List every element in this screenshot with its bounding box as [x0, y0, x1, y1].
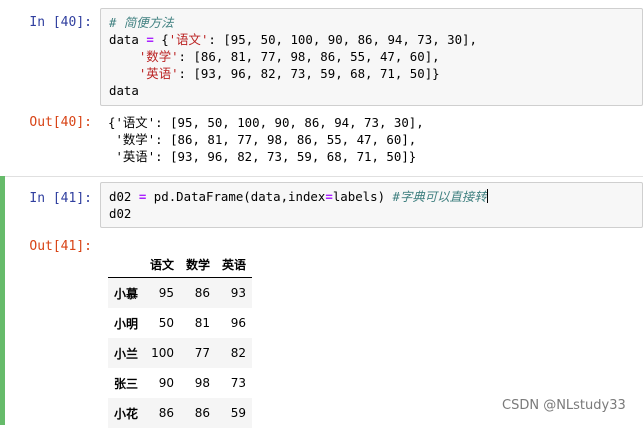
- code-comment: # 简便方法: [109, 15, 174, 30]
- code-token: pd.DataFrame(data,index: [146, 189, 326, 204]
- code-token: data: [109, 32, 147, 47]
- row-index: 张三: [114, 376, 139, 391]
- code-token: data: [109, 83, 139, 98]
- code-token: : [93, 96, 82, 73, 59, 68, 71, 50]}: [178, 66, 440, 81]
- column-header: 英语: [216, 251, 253, 278]
- code-comment: #字典可以直接转: [392, 189, 487, 204]
- table-cell: 98: [194, 376, 211, 390]
- notebook-cell-41[interactable]: In [41]: d02 = pd.DataFrame(data,index=l…: [0, 176, 643, 425]
- table-cell: 86: [194, 286, 211, 300]
- table-row: 小花 86 86 59: [108, 398, 253, 428]
- table-row: 小兰 100 77 82: [108, 338, 253, 368]
- notebook-cell-40[interactable]: In [40]: # 简便方法 data = {'语文': [95, 50, 1…: [0, 0, 643, 170]
- output-text-40: {'语文': [95, 50, 100, 90, 86, 94, 73, 30]…: [108, 114, 424, 165]
- table-cell: 50: [158, 316, 175, 330]
- output-line: '英语': [93, 96, 82, 73, 59, 68, 71, 50]}: [108, 149, 417, 164]
- code-input-40[interactable]: # 简便方法 data = {'语文': [95, 50, 100, 90, 8…: [100, 8, 643, 106]
- table-cell: 59: [230, 406, 247, 420]
- code-token: : [95, 50, 100, 90, 86, 94, 73, 30],: [208, 32, 477, 47]
- code-text-41: d02 = pd.DataFrame(data,index=labels) #字…: [109, 188, 488, 222]
- code-token: {: [153, 32, 169, 47]
- table-cell: 96: [230, 316, 247, 330]
- code-token: : [86, 81, 77, 98, 86, 55, 47, 60],: [178, 49, 440, 64]
- table-cell: 81: [194, 316, 211, 330]
- table-row: 小慕 95 86 93: [108, 277, 253, 308]
- in-prompt-40: In [40]:: [29, 15, 92, 30]
- csdn-watermark: CSDN @NLstudy33: [502, 398, 626, 413]
- table-cell: 77: [194, 346, 211, 360]
- table-cell: 73: [230, 376, 247, 390]
- row-index: 小花: [114, 406, 139, 421]
- code-string: '英语': [138, 66, 179, 81]
- table-cell: 86: [158, 406, 175, 420]
- code-token: d02: [109, 189, 139, 204]
- dataframe-header-row: 语文 数学 英语: [108, 251, 253, 278]
- dataframe-table: 语文 数学 英语 小慕 95 86 93 小明 50 81 96 小兰 100 …: [108, 251, 253, 428]
- table-cell: 100: [151, 346, 175, 360]
- column-header: 数学: [180, 251, 217, 278]
- table-cell: 82: [230, 346, 247, 360]
- code-operator: =: [325, 189, 333, 204]
- row-index: 小兰: [114, 346, 139, 361]
- code-token: labels): [332, 189, 393, 204]
- table-row: 张三 90 98 73: [108, 368, 252, 398]
- code-string: '语文': [168, 32, 209, 47]
- table-cell: 95: [158, 286, 175, 300]
- table-cell: 93: [230, 286, 247, 300]
- table-cell: 86: [194, 406, 211, 420]
- in-prompt-41: In [41]:: [29, 191, 92, 206]
- row-index: 小明: [114, 316, 139, 331]
- output-line: '数学': [86, 81, 77, 98, 86, 55, 47, 60],: [108, 132, 417, 147]
- output-line: {'语文': [95, 50, 100, 90, 86, 94, 73, 30]…: [108, 115, 424, 130]
- index-header: [108, 251, 145, 278]
- table-row: 小明 50 81 96: [108, 308, 252, 338]
- column-header: 语文: [144, 251, 181, 278]
- text-cursor: [486, 189, 488, 203]
- code-token: d02: [109, 206, 132, 221]
- code-operator: =: [146, 32, 154, 47]
- table-cell: 90: [158, 376, 175, 390]
- out-prompt-40: Out[40]:: [29, 115, 92, 130]
- code-input-41[interactable]: d02 = pd.DataFrame(data,index=labels) #字…: [100, 182, 643, 228]
- row-index: 小慕: [114, 286, 139, 301]
- out-prompt-41: Out[41]:: [29, 239, 92, 254]
- code-text-40: # 简便方法 data = {'语文': [95, 50, 100, 90, 8…: [109, 14, 477, 99]
- code-string: '数学': [138, 49, 179, 64]
